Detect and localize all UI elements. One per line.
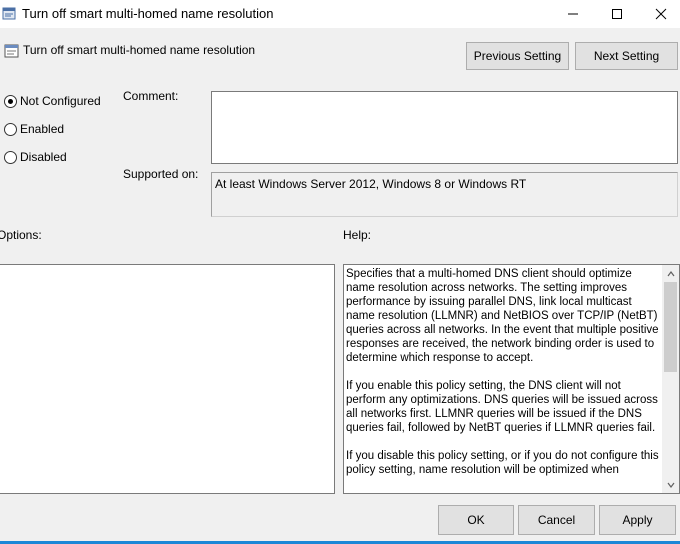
comment-label: Comment:: [123, 89, 179, 103]
help-paragraph: Specifies that a multi-homed DNS client …: [346, 268, 659, 364]
maximize-icon: [612, 9, 622, 19]
scroll-up-button[interactable]: [662, 265, 679, 282]
supported-on-label: Supported on:: [123, 167, 199, 181]
help-paragraph: If you disable this policy setting, or i…: [346, 450, 659, 476]
chevron-up-icon: [667, 270, 674, 276]
options-pane: [0, 264, 335, 494]
close-icon: [655, 8, 667, 20]
radio-label-disabled: Disabled: [20, 150, 67, 164]
help-text: Specifies that a multi-homed DNS client …: [346, 267, 662, 491]
apply-button[interactable]: Apply: [599, 505, 676, 535]
scroll-thumb[interactable]: [664, 282, 677, 372]
ok-button[interactable]: OK: [438, 505, 514, 535]
radio-button[interactable]: [4, 150, 17, 164]
minimize-button[interactable]: [550, 0, 596, 28]
help-label: Help:: [343, 228, 372, 242]
close-button[interactable]: [638, 0, 680, 28]
next-setting-button[interactable]: Next Setting: [575, 42, 678, 70]
radio-label-enabled: Enabled: [20, 122, 65, 136]
radio-disabled[interactable]: Disabled: [4, 150, 67, 164]
comment-textarea[interactable]: [211, 91, 678, 164]
setting-title: Turn off smart multi-homed name resoluti…: [23, 43, 256, 57]
chevron-down-icon: [667, 482, 674, 488]
title-bar: Turn off smart multi-homed name resoluti…: [0, 0, 680, 28]
policy-setting-icon: [4, 44, 19, 58]
previous-setting-button[interactable]: Previous Setting: [466, 42, 569, 70]
minimize-icon: [568, 13, 578, 15]
help-scrollbar[interactable]: [662, 265, 679, 493]
supported-on-value: At least Windows Server 2012, Windows 8 …: [215, 177, 527, 191]
help-pane: Specifies that a multi-homed DNS client …: [343, 264, 680, 494]
cancel-button[interactable]: Cancel: [518, 505, 595, 535]
options-label: Options:: [0, 228, 42, 242]
scroll-down-button[interactable]: [662, 476, 679, 493]
radio-enabled[interactable]: Enabled: [4, 122, 64, 136]
policy-window-icon: [2, 7, 16, 20]
maximize-button[interactable]: [594, 0, 640, 28]
radio-label-not-configured: Not Configured: [20, 94, 101, 108]
radio-not-configured[interactable]: Not Configured: [4, 94, 101, 108]
help-paragraph: If you enable this policy setting, the D…: [346, 380, 658, 434]
supported-on-field: At least Windows Server 2012, Windows 8 …: [211, 172, 678, 217]
radio-button[interactable]: [4, 122, 17, 136]
window-title: Turn off smart multi-homed name resoluti…: [22, 6, 274, 21]
radio-button-checked[interactable]: [4, 94, 17, 108]
